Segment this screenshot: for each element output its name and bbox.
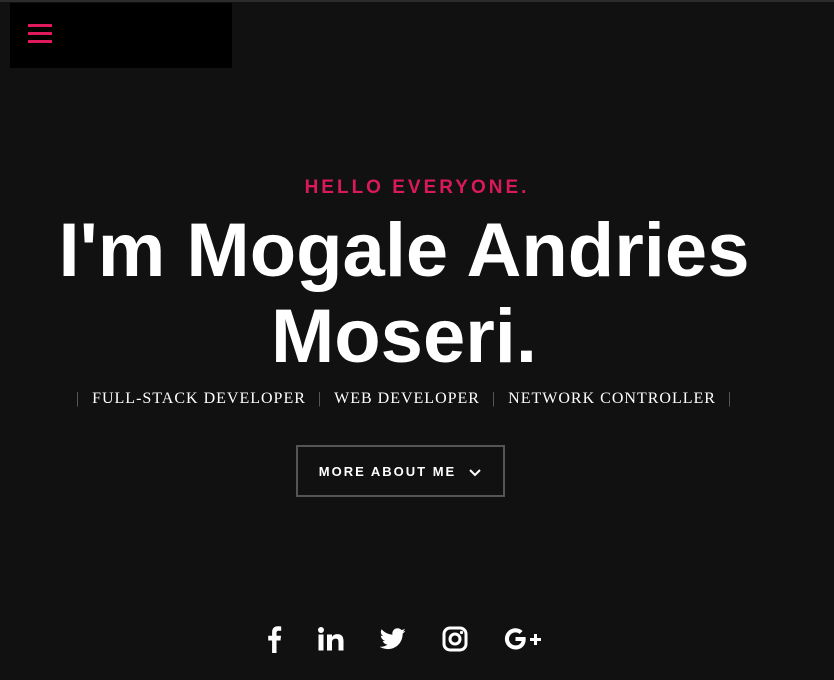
facebook-icon[interactable] — [266, 625, 282, 653]
role-separator: | — [491, 390, 497, 407]
roles-list: | FULL-STACK DEVELOPER | WEB DEVELOPER | NETW… — [0, 390, 808, 408]
google-plus-icon[interactable] — [504, 627, 542, 651]
hamburger-menu-icon[interactable] — [27, 22, 53, 48]
instagram-icon[interactable] — [442, 626, 468, 652]
twitter-icon[interactable] — [380, 628, 406, 650]
chevron-down-icon — [468, 466, 482, 477]
headline-line-1: I'm Mogale Andries — [58, 208, 750, 293]
role-item: NETWORK CONTROLLER — [508, 390, 716, 407]
hero-headline: I'm Mogale Andries Moseri. — [0, 208, 808, 380]
more-about-me-button[interactable]: MORE ABOUT ME — [296, 445, 505, 497]
hero-greeting: HELLO EVERYONE. — [304, 177, 530, 198]
more-about-me-label: MORE ABOUT ME — [318, 463, 457, 479]
role-item: FULL-STACK DEVELOPER — [92, 390, 306, 407]
top-divider — [0, 0, 834, 2]
social-links — [258, 622, 542, 656]
role-item: WEB DEVELOPER — [334, 390, 480, 407]
linkedin-icon[interactable] — [318, 627, 344, 651]
role-separator: | — [317, 390, 323, 407]
role-separator: | — [727, 390, 733, 407]
role-separator: | — [75, 390, 81, 407]
headline-line-2: Moseri. — [270, 294, 538, 379]
